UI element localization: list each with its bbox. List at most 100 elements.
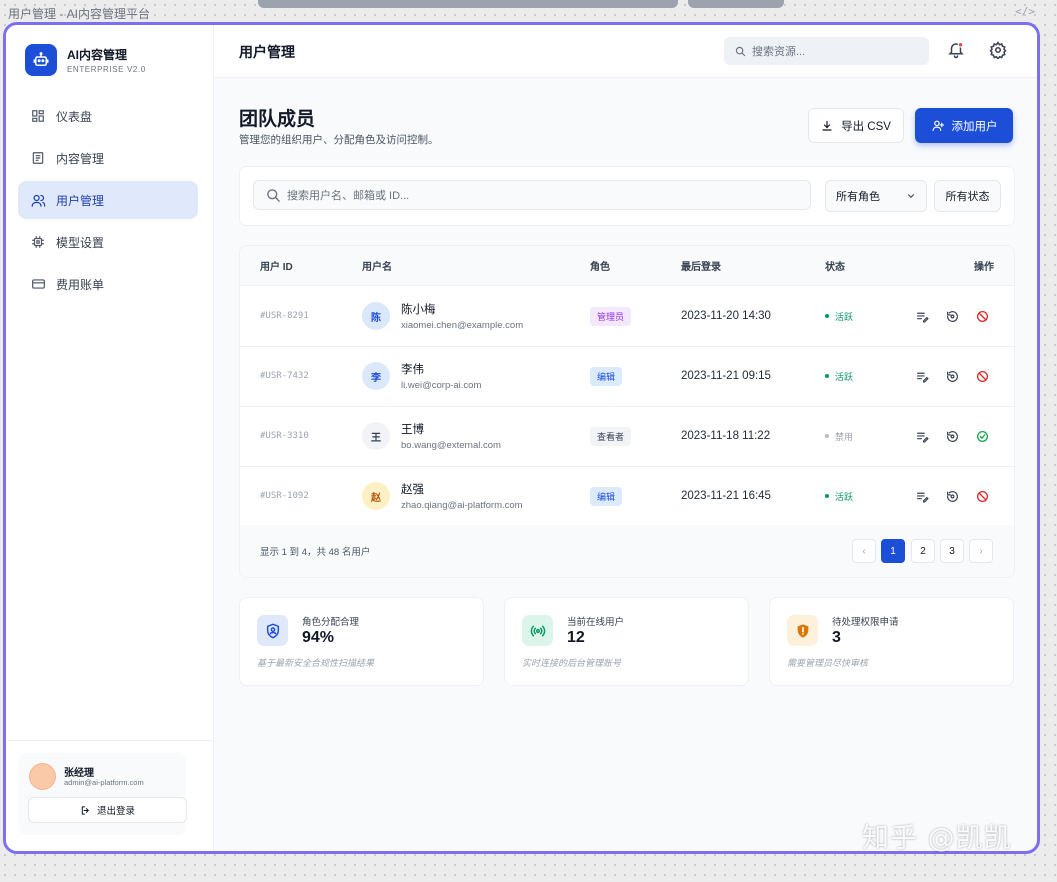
chevron-down-icon <box>906 191 916 201</box>
user-id: #USR-7432 <box>260 371 309 381</box>
pagination-prev-button[interactable]: ‹ <box>852 539 876 563</box>
sidebar-item-label: 内容管理 <box>56 151 105 166</box>
check-circle-icon[interactable] <box>975 429 989 443</box>
status-badge: 禁用 <box>825 430 853 443</box>
avatar: 赵 <box>362 482 390 510</box>
user-email: xiaomei.chen@example.com <box>401 320 524 331</box>
ban-icon[interactable] <box>975 489 989 503</box>
stat-note: 基于最新安全合规性扫描结果 <box>257 658 375 668</box>
table-row[interactable]: #USR-3310 王 王博 bo.wang@external.com 查看者 … <box>240 406 1014 467</box>
user-id: #USR-8291 <box>260 311 309 321</box>
edit-icon[interactable] <box>915 429 929 443</box>
column-header-last-login[interactable]: 最后登录 <box>681 246 721 285</box>
browser-tab-placeholder <box>258 0 678 8</box>
status-badge: 活跃 <box>825 490 853 503</box>
edit-icon[interactable] <box>915 309 929 323</box>
table-row[interactable]: #USR-7432 李 李伟 li.wei@corp-ai.com 编辑 202… <box>240 346 1014 407</box>
pagination-page-1[interactable]: 1 <box>881 539 905 563</box>
table-row[interactable]: #USR-8291 陈 陈小梅 xiaomei.chen@example.com… <box>240 286 1014 347</box>
status-filter-select[interactable]: 所有状态 <box>934 180 1001 212</box>
sidebar-item-users[interactable]: 用户管理 <box>18 181 198 219</box>
sidebar-item-content[interactable]: 内容管理 <box>18 139 198 177</box>
users-icon <box>30 192 46 208</box>
user-search-placeholder: 搜索用户名、邮箱或 ID... <box>287 190 410 202</box>
download-icon <box>821 120 833 132</box>
user-name: 王博 <box>401 424 424 436</box>
user-email: li.wei@corp-ai.com <box>401 380 482 391</box>
role-badge: 编辑 <box>590 366 623 386</box>
last-login: 2023-11-20 14:30 <box>681 310 771 322</box>
document-icon <box>30 150 46 166</box>
pagination-next-button[interactable]: › <box>969 539 993 563</box>
filter-bar: 搜索用户名、邮箱或 ID... 所有角色 所有状态 <box>239 166 1015 226</box>
sidebar-footer: 张经理 admin@ai-platform.com 退出登录 <box>6 740 213 851</box>
last-login: 2023-11-21 16:45 <box>681 490 771 502</box>
reset-history-icon[interactable] <box>945 369 959 383</box>
role-badge: 编辑 <box>590 486 623 506</box>
avatar: 陈 <box>362 302 390 330</box>
user-id: #USR-1092 <box>260 491 309 501</box>
stat-label: 待处理权限申请 <box>832 617 899 628</box>
sidebar-item-label: 费用账单 <box>56 277 105 292</box>
account-name: 张经理 <box>64 768 94 779</box>
pagination-page-3[interactable]: 3 <box>940 539 964 563</box>
status-label: 活跃 <box>835 311 854 322</box>
dashboard-icon <box>30 108 46 124</box>
brand-edition: ENTERPRISE V2.0 <box>67 65 146 74</box>
search-icon <box>735 46 746 57</box>
last-login: 2023-11-21 09:15 <box>681 370 771 382</box>
user-search-input[interactable]: 搜索用户名、邮箱或 ID... <box>253 180 811 210</box>
column-header-actions: 操作 <box>974 262 994 273</box>
ban-icon[interactable] <box>975 369 989 383</box>
ban-icon[interactable] <box>975 309 989 323</box>
add-user-button[interactable]: 添加用户 <box>915 108 1013 143</box>
column-header-status[interactable]: 状态 <box>825 246 845 285</box>
pagination-page-2[interactable]: 2 <box>911 539 935 563</box>
add-user-label: 添加用户 <box>951 120 998 133</box>
reset-history-icon[interactable] <box>945 489 959 503</box>
user-id: #USR-3310 <box>260 431 309 441</box>
page-title: 用户管理 <box>239 44 295 60</box>
chip-icon <box>30 234 46 250</box>
main-content: 团队成员 管理您的组织用户、分配角色及访问控制。 导出 CSV 添加用户 搜索用… <box>214 78 1037 851</box>
sidebar-item-billing[interactable]: 费用账单 <box>18 265 198 303</box>
gear-icon[interactable] <box>989 41 1007 64</box>
account-card: 张经理 admin@ai-platform.com 退出登录 <box>19 753 187 835</box>
role-filter-value: 所有角色 <box>836 191 880 203</box>
status-badge: 活跃 <box>825 310 853 323</box>
column-header-role[interactable]: 角色 <box>590 246 610 285</box>
section-title: 团队成员 <box>239 109 316 130</box>
sidebar-item-models[interactable]: 模型设置 <box>18 223 198 261</box>
shield-user-icon <box>257 615 288 646</box>
notification-bell-icon[interactable] <box>947 41 965 64</box>
export-csv-button[interactable]: 导出 CSV <box>808 108 904 143</box>
stat-note: 实时连接的后台管理账号 <box>522 658 622 668</box>
column-header-username[interactable]: 用户名 <box>362 246 392 285</box>
sidebar-nav: 仪表盘 内容管理 用户管理 模型设置 费用账单 <box>18 97 198 307</box>
sidebar: AI内容管理 ENTERPRISE V2.0 仪表盘 内容管理 用户管理 模型设… <box>6 25 214 851</box>
user-name: 陈小梅 <box>401 304 436 316</box>
table-row[interactable]: #USR-1092 赵 赵强 zhao.qiang@ai-platform.co… <box>240 466 1014 527</box>
role-filter-select[interactable]: 所有角色 <box>825 180 927 212</box>
code-view-icon[interactable]: </> <box>1015 5 1035 18</box>
column-header-id[interactable]: 用户 ID <box>260 246 293 285</box>
global-search-input[interactable]: 搜索资源... <box>724 37 929 65</box>
stat-label: 当前在线用户 <box>567 617 625 628</box>
sidebar-item-label: 用户管理 <box>56 193 105 208</box>
sidebar-item-dashboard[interactable]: 仪表盘 <box>18 97 198 135</box>
app-window: AI内容管理 ENTERPRISE V2.0 仪表盘 内容管理 用户管理 模型设… <box>3 22 1040 854</box>
stat-value: 12 <box>567 629 585 646</box>
reset-history-icon[interactable] <box>945 309 959 323</box>
last-login: 2023-11-18 11:22 <box>681 430 771 442</box>
reset-history-icon[interactable] <box>945 429 959 443</box>
credit-card-icon <box>30 276 46 292</box>
logout-button[interactable]: 退出登录 <box>28 797 187 823</box>
table-header: 用户 ID 用户名 角色 最后登录 状态 操作 <box>240 246 1014 286</box>
brand[interactable]: AI内容管理 ENTERPRISE V2.0 <box>25 44 146 76</box>
section-subtitle: 管理您的组织用户、分配角色及访问控制。 <box>239 134 439 146</box>
edit-icon[interactable] <box>915 489 929 503</box>
avatar[interactable] <box>29 763 56 790</box>
warning-shield-icon <box>787 615 818 646</box>
edit-icon[interactable] <box>915 369 929 383</box>
status-filter-value: 所有状态 <box>945 191 990 203</box>
